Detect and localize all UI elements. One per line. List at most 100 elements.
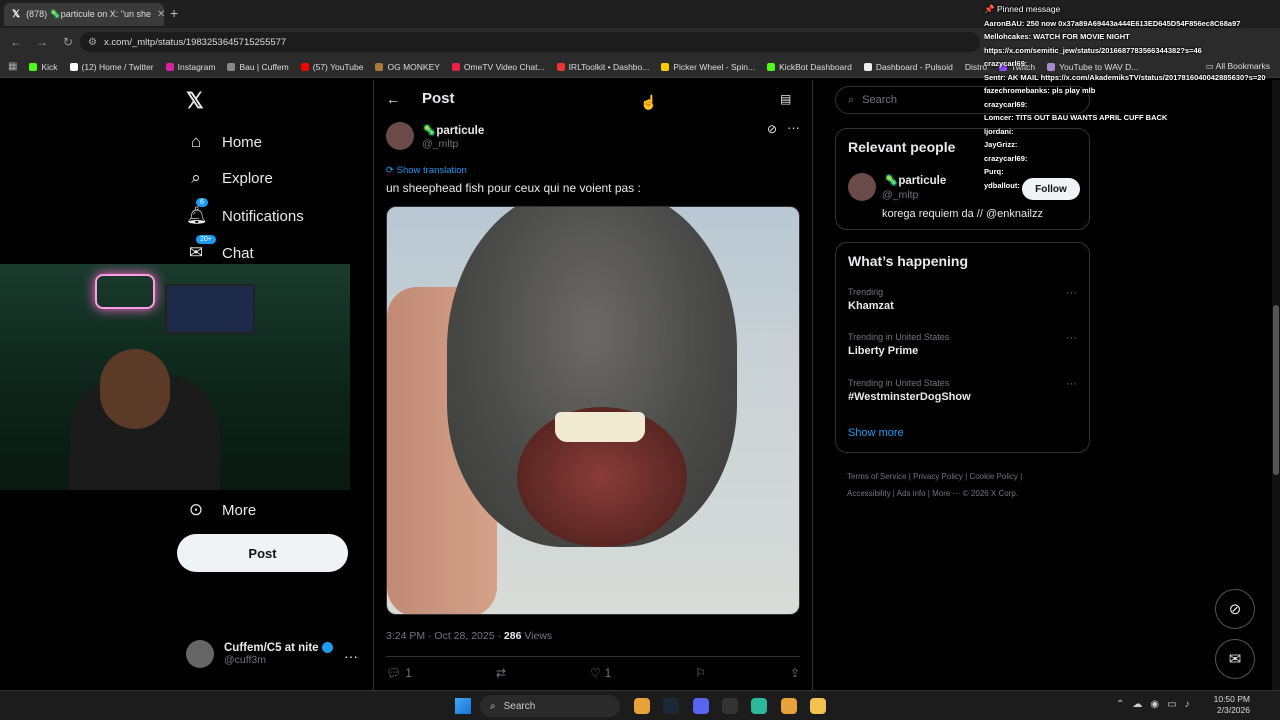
trend-item[interactable]: Trending Khamzat (848, 287, 894, 312)
fish-teeth (555, 412, 645, 442)
post-text: un sheephead fish pour ceux qui ne voien… (386, 181, 641, 195)
tv-screen (165, 284, 255, 334)
nav-explore[interactable]: ⌕ Explore (186, 168, 273, 188)
post-more-icon[interactable]: ··· (787, 120, 800, 135)
reload-icon[interactable]: ↻ (58, 35, 78, 49)
search-icon: ⌕ (848, 93, 855, 106)
messages-float-button[interactable]: ✉ (1215, 639, 1255, 679)
author-avatar[interactable] (386, 122, 414, 150)
column-divider (812, 80, 813, 690)
site-info-icon[interactable]: ⚙ (88, 37, 97, 48)
back-arrow-icon[interactable]: ← (386, 91, 400, 107)
webcam-overlay (0, 264, 350, 490)
post-image[interactable] (386, 206, 800, 615)
grok-float-button[interactable]: ⊘ (1215, 589, 1255, 629)
trend-more-icon[interactable]: ··· (1066, 378, 1077, 390)
bookmark-twitter[interactable]: (12) Home / Twitter (69, 62, 154, 72)
bookmark-youtube[interactable]: (57) YouTube (300, 62, 363, 72)
reader-mode-icon[interactable]: ▤ (780, 92, 791, 106)
bookmark-kickbot[interactable]: KickBot Dashboard (767, 62, 852, 72)
search-icon: ⌕ (191, 168, 201, 187)
rp-name[interactable]: 🦠particule (884, 173, 946, 187)
x-logo-icon[interactable]: 𝕏 (186, 88, 204, 114)
bookmark-irltoolkit[interactable]: IRLToolkit • Dashbo... (556, 62, 649, 72)
system-tray-icons[interactable]: ⌃☁◉▭♪ (1116, 699, 1198, 710)
more-circle-icon: ⊙ (188, 500, 204, 519)
bookmark-bau[interactable]: Bau | Cuffem (227, 62, 289, 72)
post-button[interactable]: Post (177, 534, 348, 572)
url-text: x.com/_mltp/status/1983253645715255577 (104, 36, 287, 48)
new-tab-button[interactable]: + (170, 5, 178, 21)
footer-link[interactable]: Accessibility (847, 489, 891, 498)
repost-icon: ⇄ (495, 666, 506, 680)
close-icon[interactable]: ✕ (157, 9, 164, 20)
rp-handle[interactable]: @_mltp (882, 189, 918, 201)
nav-home[interactable]: ⌂ Home (186, 132, 262, 152)
url-input[interactable]: ⚙ x.com/_mltp/status/1983253645715255577 (80, 32, 980, 52)
avatar[interactable] (848, 173, 876, 201)
taskbar-search[interactable]: ⌕ Search (480, 695, 620, 717)
repost-button[interactable]: ⇄ (496, 666, 506, 680)
show-translation-link[interactable]: ⟳ Show translation (386, 165, 467, 176)
nav-notifications[interactable]: 🔔︎ 6 Notifications (186, 198, 304, 226)
bookmark-pulsoid[interactable]: Dashboard - Pulsoid (863, 62, 953, 72)
wheel-icon (661, 62, 670, 71)
hand-cursor-icon: ☝ (640, 94, 658, 110)
clock[interactable]: 10:50 PM 2/3/2026 (1214, 694, 1250, 716)
footer-link[interactable]: Ads info (897, 489, 926, 498)
trend-item[interactable]: Trending in United States Liberty Prime (848, 332, 949, 357)
home-icon: ⌂ (190, 132, 202, 151)
mail-icon: ✉ (1228, 651, 1242, 668)
reply-button[interactable]: 💬︎ 1 (386, 666, 412, 680)
bookmark-picker-wheel[interactable]: Picker Wheel - Spin... (661, 62, 755, 72)
instagram-icon (165, 62, 174, 71)
grok-icon[interactable]: ⊘ (767, 122, 777, 136)
footer-link[interactable]: Terms of Service (847, 472, 907, 481)
footer-link[interactable]: Cookie Policy (969, 472, 1017, 481)
rp-bio: korega requiem da // @enknailzz (882, 208, 1043, 220)
windows-start-icon[interactable] (455, 698, 471, 714)
stream-chat-overlay: 📌 Pinned message AaronBAU: 250 now 0x37a… (984, 3, 1280, 190)
share-button[interactable]: ⇪ (790, 666, 800, 680)
bookmark-button[interactable]: ⚐ (695, 666, 706, 680)
steam-icon[interactable] (663, 698, 679, 714)
trend-more-icon[interactable]: ··· (1066, 287, 1077, 299)
account-switcher[interactable]: Cuffem/C5 at nite @cuff3m (186, 640, 333, 668)
chat-line: ljordani: (984, 126, 1014, 136)
bookmark-instagram[interactable]: Instagram (165, 62, 215, 72)
scrollbar-thumb[interactable] (1273, 305, 1279, 475)
bookmark-og-monkey[interactable]: OG MONKEY (375, 62, 440, 72)
apps-grid-icon[interactable]: ▦ (8, 61, 17, 72)
footer-link[interactable]: More ··· (932, 489, 960, 498)
bookmark-kick[interactable]: Kick (29, 62, 58, 72)
like-button[interactable]: ♡ 1 (590, 666, 611, 680)
author-handle[interactable]: @_mltp (422, 138, 458, 150)
chrome-icon[interactable] (781, 698, 797, 714)
nav-more[interactable]: ⊙ More (186, 500, 256, 520)
footer-link[interactable]: Privacy Policy (913, 472, 963, 481)
back-icon[interactable]: ← (6, 35, 26, 49)
heart-icon: ♡ (589, 666, 601, 680)
discord-icon[interactable] (693, 698, 709, 714)
browser-tab[interactable]: 𝕏 (878) 🦠particule on X: "un she ✕ (4, 3, 164, 26)
kick-icon (29, 62, 38, 71)
obs-icon[interactable] (722, 698, 738, 714)
trend-more-icon[interactable]: ··· (1066, 332, 1077, 344)
forward-icon[interactable]: → (32, 35, 52, 49)
bookmark-ometv[interactable]: OmeTV Video Chat... (451, 62, 545, 72)
app-icon[interactable] (751, 698, 767, 714)
chat-icon: ✉ 20+ (186, 235, 216, 263)
x-favicon-icon: 𝕏 (12, 9, 21, 20)
account-name: Cuffem/C5 at nite (224, 642, 319, 654)
trend-item[interactable]: Trending in United States #WestminsterDog… (848, 378, 971, 403)
author-name[interactable]: 🦠particule (422, 123, 484, 137)
show-more-link[interactable]: Show more (848, 427, 904, 439)
file-explorer-icon[interactable] (810, 698, 826, 714)
monkey-icon (375, 62, 384, 71)
nav-chat[interactable]: ✉ 20+ Chat (186, 235, 254, 263)
chat-line: JayGrizz: (984, 140, 1018, 149)
account-more-icon[interactable]: ··· (344, 648, 358, 664)
chrome-icon[interactable] (634, 698, 650, 714)
windows-taskbar: ⌕ Search ⌃☁◉▭♪ 10:50 PM 2/3/2026 (0, 690, 1280, 720)
share-icon: ⇪ (789, 666, 800, 680)
